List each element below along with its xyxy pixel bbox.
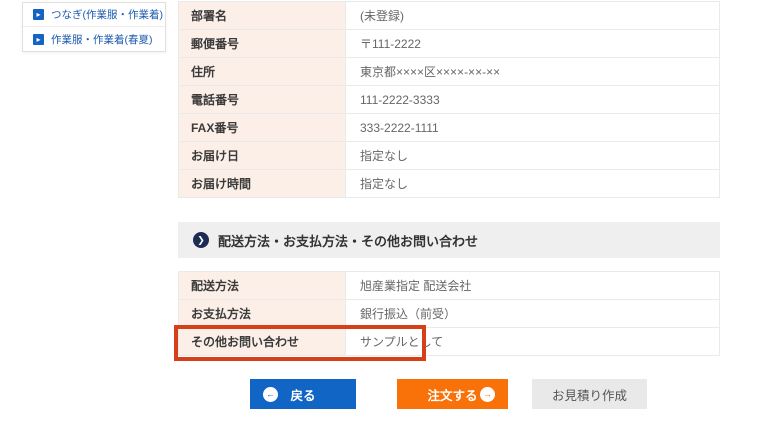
chevron-right-icon: ▸ bbox=[33, 9, 44, 20]
row-label: その他お問い合わせ bbox=[179, 328, 346, 356]
sidebar-item-tsunagi[interactable]: ▸ つなぎ(作業服・作業着) bbox=[23, 3, 165, 27]
row-value: 111-2222-3333 bbox=[346, 86, 720, 114]
sidebar-item-label: 作業服・作業着(春夏) bbox=[51, 32, 153, 47]
row-label: お届け時間 bbox=[179, 170, 346, 198]
back-button[interactable]: ← 戻る bbox=[250, 379, 356, 409]
table-row: 電話番号 111-2222-3333 bbox=[179, 86, 720, 114]
row-value: 指定なし bbox=[346, 142, 720, 170]
row-label: FAX番号 bbox=[179, 114, 346, 142]
section-title: 配送方法・お支払方法・その他お問い合わせ bbox=[218, 231, 478, 250]
row-label: お支払方法 bbox=[179, 300, 346, 328]
shipping-payment-table: 配送方法 旭産業指定 配送会社 お支払方法 銀行振込（前受） その他お問い合わせ… bbox=[178, 271, 720, 356]
category-sidebar: ▸ つなぎ(作業服・作業着) ▸ 作業服・作業着(春夏) bbox=[22, 2, 166, 52]
table-row: FAX番号 333-2222-1111 bbox=[179, 114, 720, 142]
create-quote-button[interactable]: お見積り作成 bbox=[532, 379, 647, 409]
row-label: 部署名 bbox=[179, 2, 346, 30]
row-label: 郵便番号 bbox=[179, 30, 346, 58]
table-row-other-inquiry: その他お問い合わせ サンプルとして bbox=[179, 328, 720, 356]
chevron-right-icon: ▸ bbox=[33, 34, 44, 45]
customer-info-table: 部署名 (未登録) 郵便番号 〒111-2222 住所 東京都××××区××××… bbox=[178, 1, 720, 198]
row-label: お届け日 bbox=[179, 142, 346, 170]
arrow-left-circle-icon: ← bbox=[263, 387, 278, 402]
row-value: 銀行振込（前受） bbox=[346, 300, 720, 328]
order-confirmation-main: 部署名 (未登録) 郵便番号 〒111-2222 住所 東京都××××区××××… bbox=[178, 0, 720, 440]
arrow-right-circle-icon: → bbox=[480, 387, 495, 402]
row-label: 電話番号 bbox=[179, 86, 346, 114]
table-row: 部署名 (未登録) bbox=[179, 2, 720, 30]
order-button[interactable]: 注文する → bbox=[397, 379, 508, 409]
row-label: 配送方法 bbox=[179, 272, 346, 300]
row-value: 333-2222-1111 bbox=[346, 114, 720, 142]
table-row: お支払方法 銀行振込（前受） bbox=[179, 300, 720, 328]
row-value: (未登録) bbox=[346, 2, 720, 30]
row-value: 〒111-2222 bbox=[346, 30, 720, 58]
row-value: 指定なし bbox=[346, 170, 720, 198]
section-header-shipping-payment: ❯ 配送方法・お支払方法・その他お問い合わせ bbox=[178, 222, 720, 258]
table-row: 郵便番号 〒111-2222 bbox=[179, 30, 720, 58]
table-row: お届け日 指定なし bbox=[179, 142, 720, 170]
row-value: 東京都××××区××××-××-×× bbox=[346, 58, 720, 86]
table-row: 配送方法 旭産業指定 配送会社 bbox=[179, 272, 720, 300]
row-value: サンプルとして bbox=[346, 328, 720, 356]
back-button-label: 戻る bbox=[290, 385, 315, 404]
chevron-right-circle-icon: ❯ bbox=[193, 232, 209, 248]
row-label: 住所 bbox=[179, 58, 346, 86]
order-button-label: 注文する bbox=[427, 385, 477, 404]
table-row: 住所 東京都××××区××××-××-×× bbox=[179, 58, 720, 86]
row-value: 旭産業指定 配送会社 bbox=[346, 272, 720, 300]
quote-button-label: お見積り作成 bbox=[552, 385, 627, 404]
sidebar-item-workwear[interactable]: ▸ 作業服・作業着(春夏) bbox=[23, 27, 165, 51]
table-row: お届け時間 指定なし bbox=[179, 170, 720, 198]
sidebar-item-label: つなぎ(作業服・作業着) bbox=[51, 7, 163, 22]
